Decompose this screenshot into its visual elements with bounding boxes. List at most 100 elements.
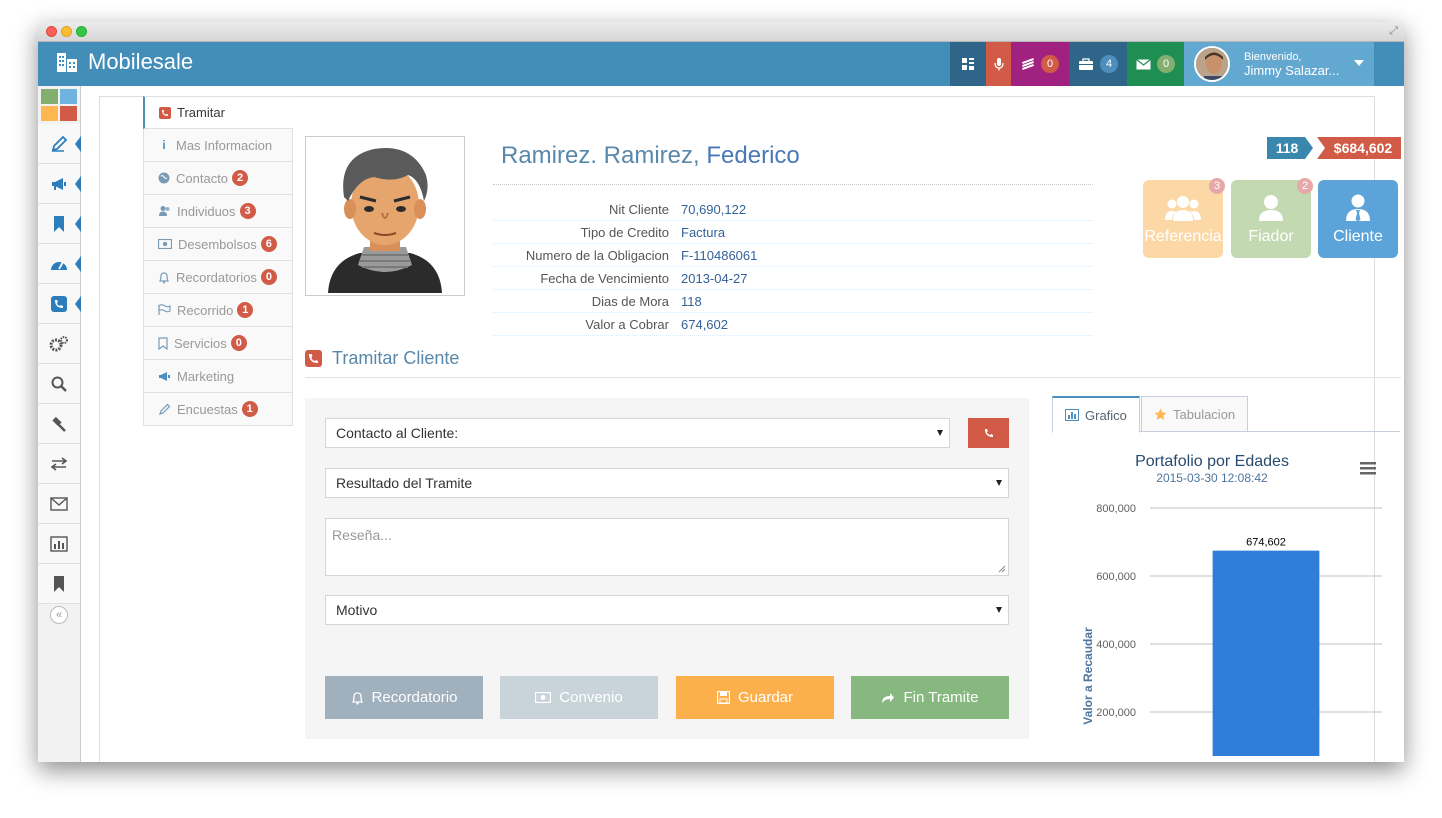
sidebar-shortcuts — [38, 86, 80, 124]
tab-recordatorios[interactable]: Recordatorios 0 — [143, 261, 293, 294]
info-label: Nit Cliente — [609, 201, 669, 217]
tab-badge: 6 — [260, 236, 277, 252]
contacto-select[interactable]: Contacto al Cliente: — [325, 418, 950, 448]
shortcut-red[interactable] — [60, 106, 77, 121]
search-icon — [51, 376, 67, 392]
greeting-label: Bienvenido, — [1244, 51, 1302, 63]
bell-icon — [351, 691, 363, 705]
fullscreen-icon[interactable]: ⤢ — [1389, 25, 1398, 38]
star-icon — [1154, 408, 1167, 420]
sidebar-item-marketing[interactable] — [38, 164, 81, 204]
sidebar-item-reports[interactable] — [38, 524, 80, 564]
dashboard-icon — [962, 58, 974, 70]
sidebar-item-settings[interactable] — [38, 324, 80, 364]
tab-marketing[interactable]: Marketing — [143, 360, 293, 393]
client-name-main: Federico — [706, 142, 800, 169]
resultado-select[interactable]: Resultado del Tramite — [325, 468, 1009, 498]
info-row: Numero de la Obligacion F-110486061 — [493, 244, 1093, 267]
gears-icon — [49, 335, 68, 351]
resize-handle-icon[interactable] — [998, 565, 1006, 573]
portfolio-chart: Portafolio por Edades 2015-03-30 12:08:4… — [1081, 453, 1382, 762]
caret-down-icon — [996, 480, 1002, 486]
tab-grafico[interactable]: Grafico — [1052, 396, 1140, 433]
briefcase-button[interactable]: 4 — [1069, 42, 1127, 86]
fin-tramite-button[interactable]: Fin Tramite — [851, 676, 1009, 719]
minimize-window-button[interactable] — [61, 26, 72, 37]
dashboard-button[interactable] — [950, 42, 986, 86]
tab-mas-informacion[interactable]: i Mas Informacion — [143, 129, 293, 162]
guardar-button[interactable]: Guardar — [676, 676, 834, 719]
sidebar-collapse[interactable]: « — [38, 604, 80, 626]
sidebar-item-legal[interactable] — [38, 404, 80, 444]
microphone-button[interactable] — [986, 42, 1011, 86]
pencil-icon — [159, 403, 171, 415]
sidebar-item-saved[interactable] — [38, 564, 80, 604]
top-navbar: Mobilesale 0 4 0 Bienvenido, Jimmy Salaz… — [38, 42, 1404, 86]
sidebar-item-surveys[interactable] — [38, 124, 81, 164]
motivo-select[interactable]: Motivo — [325, 595, 1009, 625]
tab-tabulacion[interactable]: Tabulacion — [1141, 396, 1249, 432]
user-tie-icon — [1346, 194, 1370, 221]
close-window-button[interactable] — [46, 26, 57, 37]
tab-tramitar[interactable]: Tramitar — [143, 96, 293, 129]
y-tick-label: 400,000 — [1096, 639, 1136, 651]
sidebar-item-mail[interactable] — [38, 484, 80, 524]
shortcut-orange[interactable] — [41, 106, 58, 121]
chart-bar[interactable] — [1212, 550, 1320, 762]
info-label: Tipo de Credito — [580, 224, 669, 240]
info-row: Dias de Mora 118 — [493, 290, 1093, 313]
info-row: Nit Cliente 70,690,122 — [493, 198, 1093, 221]
tasks-button[interactable]: 0 — [1011, 42, 1069, 86]
resena-textarea[interactable]: Reseña... — [325, 518, 1009, 576]
money-icon — [535, 692, 552, 703]
messages-button[interactable]: 0 — [1127, 42, 1184, 86]
client-avatar-illustration — [308, 139, 462, 293]
tab-badge: 2 — [232, 170, 249, 186]
convenio-button[interactable]: Convenio — [500, 676, 658, 719]
call-button[interactable] — [968, 418, 1009, 448]
recordatorio-button[interactable]: Recordatorio — [325, 676, 483, 719]
role-label: Referencia — [1144, 228, 1222, 245]
sidebar-item-search[interactable] — [38, 364, 80, 404]
sidebar: « — [38, 86, 81, 762]
menu-bar — [1360, 462, 1376, 465]
tab-recorrido[interactable]: Recorrido 1 — [143, 294, 293, 327]
info-icon: i — [162, 138, 166, 152]
sidebar-item-calls[interactable] — [38, 284, 81, 324]
caret-down-icon — [937, 430, 943, 436]
tab-desembolsos[interactable]: Desembolsos 6 — [143, 228, 293, 261]
messages-count-badge: 0 — [1157, 55, 1175, 73]
tab-label: Mas Informacion — [176, 137, 273, 153]
tab-servicios[interactable]: Servicios 0 — [143, 327, 293, 360]
cliente-button[interactable]: Cliente — [1318, 180, 1398, 258]
user-menu[interactable]: Bienvenido, Jimmy Salazar... — [1184, 42, 1374, 86]
info-value: F-110486061 — [681, 247, 758, 263]
info-row: Tipo de Credito Factura — [493, 221, 1093, 244]
client-photo — [305, 136, 465, 296]
shortcut-blue[interactable] — [60, 89, 77, 104]
menu-bar — [1360, 472, 1376, 475]
caret-down-icon[interactable] — [1354, 60, 1364, 66]
sidebar-item-bookmarks[interactable] — [38, 204, 81, 244]
shortcut-green[interactable] — [41, 89, 58, 104]
referencia-button[interactable]: Referencia 3 — [1143, 178, 1225, 258]
tab-badge: 1 — [241, 401, 258, 417]
brand[interactable]: Mobilesale — [56, 49, 193, 75]
sidebar-item-transfers[interactable] — [38, 444, 80, 484]
tab-individuos[interactable]: Individuos 3 — [143, 195, 293, 228]
fiador-button[interactable]: Fiador 2 — [1231, 178, 1313, 258]
bookmark-icon — [54, 215, 64, 232]
info-row: Fecha de Vencimiento 2013-04-27 — [493, 267, 1093, 290]
app-window: ⤢ Mobilesale 0 4 0 Bienvenido, Jimmy Sal… — [38, 22, 1404, 762]
maximize-window-button[interactable] — [76, 26, 87, 37]
gavel-icon — [52, 416, 66, 432]
y-tick-label: 600,000 — [1096, 571, 1136, 583]
chart-menu-button[interactable] — [1360, 462, 1376, 475]
tab-encuestas[interactable]: Encuestas 1 — [143, 393, 293, 426]
window-titlebar: ⤢ — [38, 22, 1404, 42]
button-label: Convenio — [559, 689, 623, 706]
sidebar-item-dashboard[interactable] — [38, 244, 81, 284]
double-chevron-left-icon[interactable]: « — [50, 606, 68, 624]
exchange-icon — [50, 456, 68, 471]
tab-contacto[interactable]: Contacto 2 — [143, 162, 293, 195]
